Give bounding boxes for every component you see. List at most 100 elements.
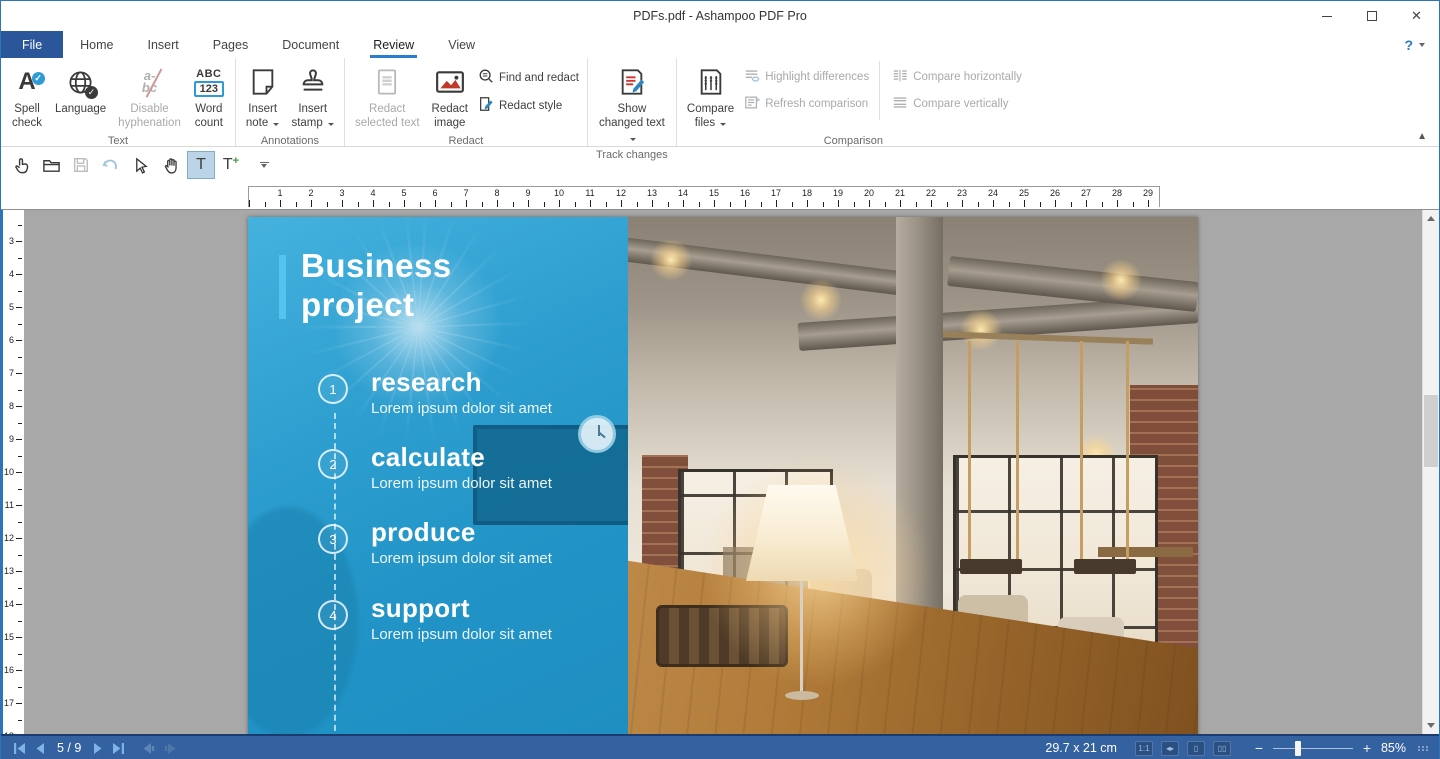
hyphenation-icon: a-bc bbox=[142, 65, 157, 99]
touch-hand-icon bbox=[12, 156, 31, 175]
highlight-differences-button: Highlight differences bbox=[744, 68, 869, 86]
open-file-button[interactable] bbox=[37, 151, 65, 179]
document-canvas[interactable]: 3456789101112131415161718 Business proje… bbox=[1, 209, 1439, 734]
page-size-label: 29.7 x 21 cm bbox=[1045, 741, 1117, 755]
scroll-up-button[interactable] bbox=[1423, 210, 1439, 227]
help-icon[interactable]: ? bbox=[1404, 37, 1413, 53]
resize-grip[interactable] bbox=[1418, 746, 1429, 751]
tab-home[interactable]: Home bbox=[63, 31, 130, 58]
ruler-number: 25 bbox=[1019, 188, 1029, 198]
scrollbar-thumb[interactable] bbox=[1424, 395, 1438, 467]
word-count-icon: ABC123 bbox=[194, 65, 224, 99]
minimize-button[interactable] bbox=[1304, 1, 1349, 31]
zoom-slider-handle[interactable] bbox=[1295, 741, 1301, 756]
previous-page-button[interactable] bbox=[35, 743, 45, 754]
ribbon-group-comparison: Compare files Highlight differences bbox=[676, 58, 1030, 146]
lamp-base bbox=[785, 691, 819, 700]
ruler-number: 1 bbox=[277, 188, 282, 198]
last-page-button[interactable] bbox=[112, 743, 125, 754]
pdf-page[interactable]: Business project 1 research Lorem ipsum … bbox=[248, 217, 1198, 734]
ruler-row: 1234567891011121314151617181920212223242… bbox=[1, 183, 1439, 209]
lamp-stem bbox=[800, 581, 803, 693]
changed-text-icon bbox=[618, 65, 646, 99]
ruler-number: 29 bbox=[1143, 188, 1153, 198]
tab-insert[interactable]: Insert bbox=[131, 31, 196, 58]
ruler-number: 15 bbox=[709, 188, 719, 198]
view-actual-size-button[interactable]: 1:1 bbox=[1135, 741, 1153, 756]
group-label-text: Text bbox=[5, 133, 231, 150]
step-subtitle: Lorem ipsum dolor sit amet bbox=[371, 400, 552, 417]
spell-check-icon: A✓ bbox=[18, 65, 35, 99]
maximize-button[interactable] bbox=[1349, 1, 1394, 31]
language-globe-icon: ✓ bbox=[67, 65, 94, 99]
touch-select-button[interactable] bbox=[7, 151, 35, 179]
tab-file[interactable]: File bbox=[1, 31, 63, 58]
dropdown-caret-icon bbox=[328, 123, 334, 126]
tab-document[interactable]: Document bbox=[265, 31, 356, 58]
ruler-number: 13 bbox=[4, 566, 14, 576]
select-cursor-button[interactable] bbox=[127, 151, 155, 179]
close-button[interactable]: ✕ bbox=[1394, 1, 1439, 31]
refresh-comparison-icon bbox=[744, 95, 760, 113]
dropdown-caret-icon bbox=[273, 123, 279, 126]
tab-review[interactable]: Review bbox=[356, 31, 431, 58]
ruler-number: 11 bbox=[585, 188, 594, 198]
tab-pages[interactable]: Pages bbox=[196, 31, 265, 58]
swing-rope bbox=[1016, 341, 1019, 566]
ruler-number: 3 bbox=[339, 188, 344, 198]
help-dropdown-caret-icon[interactable] bbox=[1419, 43, 1425, 47]
swing-seat bbox=[1074, 559, 1136, 574]
ruler-number: 14 bbox=[4, 599, 14, 609]
refresh-comparison-button: Refresh comparison bbox=[744, 95, 869, 113]
pan-hand-button[interactable] bbox=[157, 151, 185, 179]
image-icon bbox=[435, 65, 465, 99]
spell-check-button[interactable]: A✓ Spell check bbox=[5, 61, 49, 133]
compare-files-button[interactable]: Compare files bbox=[681, 61, 740, 133]
insert-text-button[interactable]: T+ bbox=[217, 151, 245, 179]
scroll-down-button[interactable] bbox=[1423, 717, 1439, 734]
view-two-pages-button[interactable]: ▯▯ bbox=[1213, 741, 1231, 756]
ruler-number: 2 bbox=[308, 188, 313, 198]
compare-horizontally-icon bbox=[892, 68, 908, 86]
ruler-number: 28 bbox=[1112, 188, 1122, 198]
ruler-number: 8 bbox=[9, 401, 14, 411]
text-select-icon: T bbox=[196, 156, 206, 174]
word-count-button[interactable]: ABC123 Word count bbox=[187, 61, 231, 133]
vertical-scrollbar[interactable] bbox=[1422, 210, 1439, 734]
text-select-button[interactable]: T bbox=[187, 151, 215, 179]
ruler-number: 4 bbox=[370, 188, 375, 198]
step-number-badge: 1 bbox=[318, 374, 348, 404]
zoom-slider[interactable] bbox=[1273, 748, 1353, 749]
ruler-number: 12 bbox=[616, 188, 626, 198]
collapse-ribbon-button[interactable]: ▲ bbox=[1417, 131, 1427, 142]
step-subtitle: Lorem ipsum dolor sit amet bbox=[371, 550, 552, 567]
ruler-number: 5 bbox=[9, 302, 14, 312]
ruler-number: 23 bbox=[957, 188, 967, 198]
ruler-number: 27 bbox=[1081, 188, 1091, 198]
view-fit-width-button[interactable]: ◂▸ bbox=[1161, 741, 1179, 756]
redact-style-button[interactable]: Redact style bbox=[478, 96, 579, 115]
redact-image-button[interactable]: Redact image bbox=[426, 61, 474, 133]
page-indicator: 5 / 9 bbox=[57, 741, 81, 755]
zoom-in-button[interactable]: + bbox=[1361, 740, 1373, 756]
next-page-button[interactable] bbox=[93, 743, 103, 754]
tab-view[interactable]: View bbox=[431, 31, 492, 58]
toolbar-options-button[interactable] bbox=[247, 151, 275, 179]
view-fit-page-button[interactable]: ▯ bbox=[1187, 741, 1205, 756]
redacted-page-icon bbox=[375, 65, 399, 99]
scroll-down-icon bbox=[1427, 723, 1435, 728]
first-page-button[interactable] bbox=[13, 743, 26, 754]
find-and-redact-button[interactable]: Find and redact bbox=[478, 68, 579, 87]
show-changed-text-button[interactable]: Show changed text bbox=[592, 61, 672, 147]
insert-stamp-button[interactable]: Insert stamp bbox=[285, 61, 340, 133]
ruler-number: 21 bbox=[895, 188, 905, 198]
slide-steps: 1 research Lorem ipsum dolor sit amet 2 … bbox=[248, 217, 628, 734]
ruler-number: 20 bbox=[864, 188, 874, 198]
insert-note-button[interactable]: Insert note bbox=[240, 61, 286, 133]
scroll-up-icon bbox=[1427, 216, 1435, 221]
zoom-out-button[interactable]: − bbox=[1253, 740, 1265, 756]
language-button[interactable]: ✓ Language bbox=[49, 61, 112, 118]
ceiling-light bbox=[648, 237, 694, 283]
ruler-number: 7 bbox=[9, 368, 14, 378]
step-title: calculate bbox=[371, 442, 485, 473]
